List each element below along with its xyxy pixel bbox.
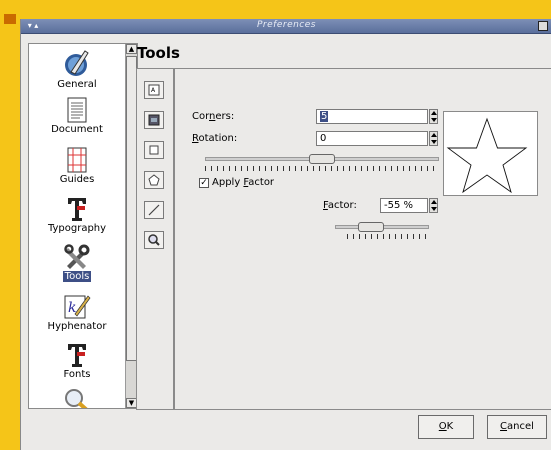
corners-value: 5 <box>320 111 329 122</box>
document-icon <box>67 97 87 123</box>
sidebar-item-label: General <box>57 79 97 90</box>
image-frame-tool-button[interactable] <box>144 111 164 129</box>
sidebar-item-typography[interactable]: Typography <box>29 196 125 234</box>
rotation-label: Rotation: <box>192 133 238 144</box>
sidebar-item-document[interactable]: Document <box>29 97 125 135</box>
apply-factor-checkbox[interactable]: ✓ <box>199 178 209 188</box>
sidebar-item-label: Fonts <box>63 369 91 380</box>
sidebar-item-hyphenator[interactable]: k Hyphenator <box>29 292 125 332</box>
sidebar-item-general[interactable]: General <box>29 48 125 90</box>
general-icon <box>65 50 89 76</box>
corners-field[interactable]: 5 <box>316 109 428 124</box>
page-title: Tools <box>137 44 180 62</box>
scroll-up-arrow-icon[interactable]: ▲ <box>126 44 137 54</box>
rotation-slider-thumb[interactable] <box>309 154 335 164</box>
sidebar-item-label: Tools <box>62 271 92 282</box>
background-tab <box>4 14 16 24</box>
rotation-slider-ticks <box>205 166 439 171</box>
text-frame-icon: A <box>148 84 160 96</box>
sidebar-item-label: Document <box>51 124 103 135</box>
tool-settings-panel: Corners: 5 Rotation: 0 ✓ Apply Factor Fa… <box>174 68 551 410</box>
ok-button[interactable]: OK <box>418 415 474 439</box>
tools-icon <box>64 244 90 269</box>
fonts-icon <box>68 344 86 367</box>
line-icon <box>148 204 160 216</box>
sidebar-item-label: Typography <box>47 223 107 234</box>
tools-toolbar: A <box>136 68 174 410</box>
rotation-spin-icon[interactable] <box>429 131 438 146</box>
maximize-icon[interactable] <box>538 21 548 31</box>
rectangle-tool-button[interactable] <box>144 141 164 159</box>
factor-slider-thumb[interactable] <box>358 222 384 232</box>
rotation-field[interactable]: 0 <box>316 131 428 146</box>
text-frame-tool-button[interactable]: A <box>144 81 164 99</box>
factor-spin-icon[interactable] <box>429 198 438 213</box>
magnifier-icon <box>65 389 88 408</box>
star-preview-icon <box>446 117 528 194</box>
zoom-tool-button[interactable] <box>144 231 164 249</box>
polygon-tool-button[interactable] <box>144 171 164 189</box>
zoom-icon <box>148 234 160 246</box>
hyphenator-icon: k <box>64 295 91 319</box>
factor-label: Factor: <box>323 200 357 211</box>
corners-spin-icon[interactable] <box>429 109 438 124</box>
line-tool-button[interactable] <box>144 201 164 219</box>
typography-icon <box>68 198 86 221</box>
rectangle-icon <box>149 145 159 155</box>
factor-field[interactable]: -55 % <box>380 198 428 213</box>
sidebar-item-fonts[interactable]: Fonts <box>29 342 125 380</box>
shape-preview <box>443 111 538 196</box>
cancel-button[interactable]: Cancel <box>487 415 547 439</box>
image-frame-icon <box>148 114 160 126</box>
sidebar-item-label: Guides <box>59 174 95 185</box>
apply-factor-label[interactable]: Apply Factor <box>212 177 274 188</box>
title-bar[interactable]: ▾ ▴ Preferences <box>21 19 551 34</box>
guides-icon <box>67 147 87 173</box>
factor-slider-ticks <box>347 234 429 239</box>
window-title: Preferences <box>257 20 316 30</box>
preferences-window: ▾ ▴ Preferences General Document Guides … <box>20 19 551 450</box>
sidebar-item-more[interactable] <box>29 388 125 408</box>
corners-label: Corners: <box>192 111 235 122</box>
polygon-icon <box>148 174 160 186</box>
sidebar-item-tools[interactable]: Tools <box>29 244 125 282</box>
sidebar-item-guides[interactable]: Guides <box>29 147 125 185</box>
category-sidebar: General Document Guides Typography Tools… <box>28 43 138 409</box>
sidebar-item-label: Hyphenator <box>47 321 107 332</box>
